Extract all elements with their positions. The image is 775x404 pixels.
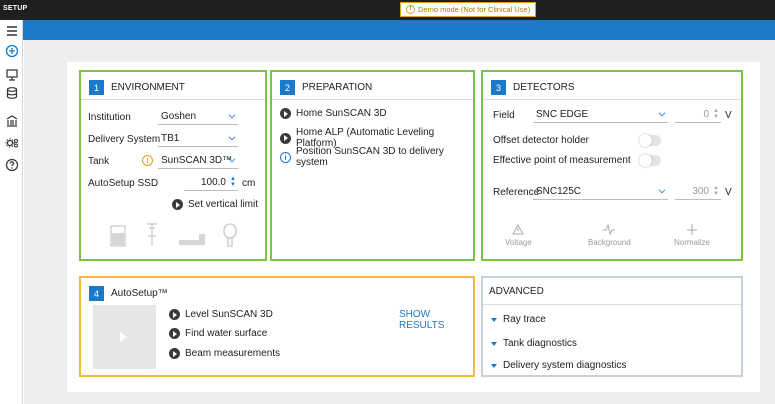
panel-title: ADVANCED <box>489 286 544 297</box>
tank-label: Tank <box>88 156 110 167</box>
environment-panel: 1 ENVIRONMENT Institution Goshen Deliver… <box>79 70 267 261</box>
platform-icon <box>179 234 205 245</box>
normalize-button[interactable]: Normalize <box>674 224 710 247</box>
play-icon <box>169 328 180 339</box>
warning-icon: ! <box>142 155 153 166</box>
detectors-panel: 3 DETECTORS Field SNC EDGE 0 ▲ ▼ V Offset… <box>481 70 743 261</box>
field-voltage-input[interactable]: 0 ▲ ▼ <box>675 106 721 123</box>
delivery-system-label: Delivery System <box>88 134 161 145</box>
database-icon[interactable] <box>2 84 21 102</box>
ssd-input[interactable]: 100.0 ▲ ▼ <box>184 174 238 191</box>
play-icon <box>280 108 291 119</box>
ssd-label: AutoSetup SSD <box>88 178 159 189</box>
step-number: 2 <box>280 80 295 95</box>
settings-icon[interactable] <box>2 134 21 152</box>
show-results-link[interactable]: SHOW RESULTS <box>399 309 473 331</box>
field-label: Field <box>493 110 515 121</box>
field-detector-select[interactable]: SNC EDGE <box>533 106 668 123</box>
tank-select[interactable]: SunSCAN 3D™ <box>158 152 238 169</box>
signal-icon <box>603 224 616 235</box>
play-icon <box>172 199 183 210</box>
chevron-down-icon <box>658 109 666 117</box>
find-water-surface-button[interactable]: Find water surface <box>169 328 267 339</box>
background-button[interactable]: Background <box>588 224 631 247</box>
analysis-icon[interactable] <box>2 66 21 84</box>
chevron-down-icon <box>658 186 666 194</box>
step-number: 4 <box>89 286 104 301</box>
offset-holder-label: Offset detector holder <box>493 135 589 146</box>
menu-icon[interactable] <box>2 22 21 40</box>
chevron-down-icon <box>228 133 236 141</box>
panel-title: AutoSetup™ <box>111 288 168 299</box>
reference-detector-select[interactable]: SNC125C <box>533 183 668 200</box>
autosetup-panel: 4 AutoSetup™ SHOW RESULTS Level SunSCAN … <box>79 276 475 377</box>
beam-measurements-button[interactable]: Beam measurements <box>169 348 280 359</box>
panel-title: DETECTORS <box>513 82 575 93</box>
effective-point-label: Effective point of measurement <box>493 155 631 166</box>
ssd-unit: cm <box>242 178 256 189</box>
institution-icon[interactable] <box>2 112 21 130</box>
caret-down-icon <box>491 341 497 346</box>
tank-diagnostics-item[interactable]: Tank diagnostics <box>491 338 577 349</box>
demo-mode-text: Demo mode (Not for Clinical Use) <box>418 5 531 14</box>
main-content: 1 ENVIRONMENT Institution Goshen Deliver… <box>24 40 775 404</box>
reference-voltage-unit: V <box>725 187 732 198</box>
app-title: SETUP <box>3 5 28 12</box>
normalize-icon <box>687 224 697 235</box>
level-sunscan-button[interactable]: Level SunSCAN 3D <box>169 309 273 320</box>
play-icon <box>169 348 180 359</box>
ray-trace-item[interactable]: Ray trace <box>491 314 546 325</box>
add-scan-icon[interactable] <box>2 42 21 60</box>
stepper-icon[interactable]: ▲ ▼ <box>229 176 237 189</box>
caret-down-icon <box>491 317 497 322</box>
effective-point-toggle[interactable] <box>639 154 661 167</box>
institution-select[interactable]: Goshen <box>158 108 238 125</box>
delivery-system-select[interactable]: TB1 <box>158 130 238 147</box>
advanced-panel: ADVANCED Ray trace Tank diagnostics Deli… <box>481 276 743 377</box>
warning-icon: ! <box>406 5 415 14</box>
caret-down-icon <box>491 363 497 368</box>
demo-mode-banner: ! Demo mode (Not for Clinical Use) <box>400 2 537 17</box>
reference-voltage-input[interactable]: 300 ▲ ▼ <box>675 183 721 200</box>
voltage-button[interactable]: Voltage <box>505 224 532 247</box>
help-icon[interactable] <box>2 156 21 174</box>
setup-workspace: 1 ENVIRONMENT Institution Goshen Deliver… <box>67 62 760 392</box>
info-icon: i <box>280 151 291 163</box>
set-vertical-limit-button[interactable]: Set vertical limit <box>172 199 258 210</box>
stepper-icon[interactable]: ▲ ▼ <box>712 108 720 121</box>
sidebar <box>0 20 23 404</box>
institution-label: Institution <box>88 112 131 123</box>
gantry-icon <box>223 223 237 247</box>
position-sunscan-item[interactable]: i Position SunSCAN 3D to delivery system <box>280 146 473 168</box>
step-number: 1 <box>89 80 104 95</box>
field-voltage-unit: V <box>725 110 732 121</box>
step-number: 3 <box>491 80 506 95</box>
warning-triangle-icon <box>512 224 525 235</box>
play-icon <box>169 309 180 320</box>
title-bar: SETUP ! Demo mode (Not for Clinical Use) <box>0 0 775 20</box>
home-sunscan-button[interactable]: Home SunSCAN 3D <box>280 108 387 119</box>
play-icon <box>280 132 291 144</box>
stepper-icon[interactable]: ▲ ▼ <box>712 185 720 198</box>
preparation-panel: 2 PREPARATION Home SunSCAN 3D Home ALP (… <box>270 70 475 261</box>
tank-icon <box>110 225 126 247</box>
panel-title: ENVIRONMENT <box>111 82 185 93</box>
offset-holder-toggle[interactable] <box>639 134 661 147</box>
chevron-down-icon <box>228 111 236 119</box>
video-thumbnail[interactable] <box>93 305 156 369</box>
header-bar <box>0 20 775 40</box>
detector-icon <box>147 223 157 246</box>
panel-title: PREPARATION <box>302 82 373 93</box>
delivery-diagnostics-item[interactable]: Delivery system diagnostics <box>491 360 626 371</box>
